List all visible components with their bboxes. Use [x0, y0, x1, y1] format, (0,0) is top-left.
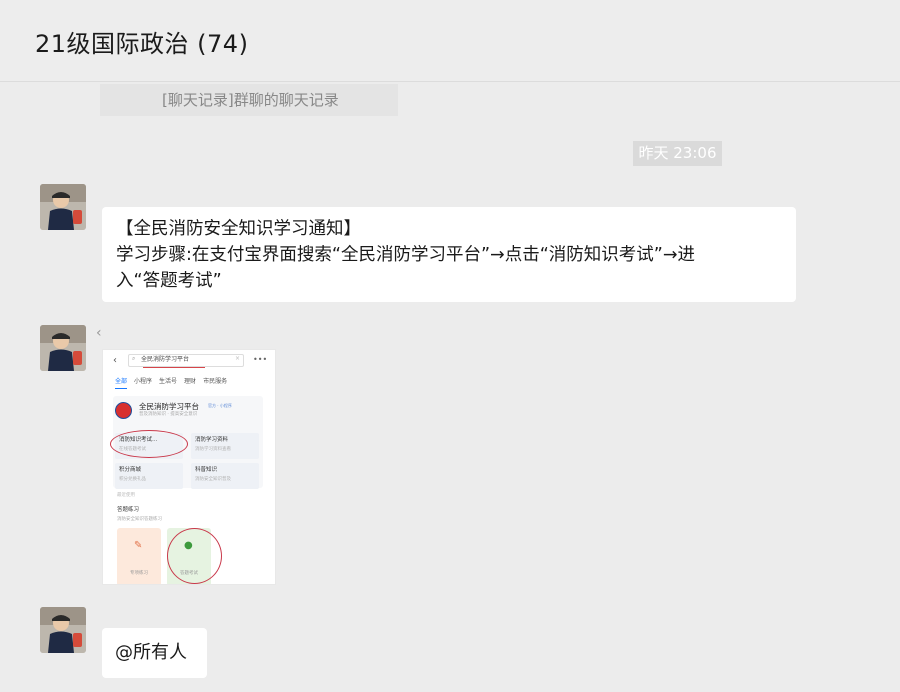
- service-title: 科普知识: [195, 467, 218, 473]
- service-subtitle: 消防安全知识普及: [195, 477, 231, 482]
- avatar[interactable]: [40, 325, 86, 371]
- clear-icon: ×: [234, 355, 240, 362]
- tab-finance: 理财: [184, 378, 197, 385]
- practice-subtitle: 消防安全知识答题练习: [117, 517, 162, 522]
- mention-message-bubble[interactable]: @所有人: [102, 628, 207, 678]
- app-logo-icon: [115, 402, 132, 419]
- service-subtitle: 消防学习资料查看: [195, 447, 231, 452]
- chevron-left-icon: ‹: [96, 325, 102, 341]
- tab-life-account: 生活号: [159, 378, 178, 385]
- service-item: 科普知识 消防安全知识普及: [191, 463, 259, 489]
- service-title: 消防学习资料: [195, 437, 229, 443]
- notice-body-line: 入“答题考试”: [116, 271, 222, 291]
- avatar[interactable]: [40, 607, 86, 653]
- highlight-circle: [167, 528, 222, 584]
- service-item: 积分商城 积分兑换礼品: [115, 463, 183, 489]
- chat-record-label: [聊天记录]群聊的聊天记录: [162, 91, 339, 109]
- tile-label: 专项练习: [130, 571, 148, 576]
- service-title: 积分商城: [119, 467, 142, 473]
- tab-citizen-service: 市民服务: [203, 378, 228, 385]
- search-query: 全民消防学习平台: [141, 356, 190, 363]
- avatar-image: [40, 184, 86, 230]
- practice-title: 答题练习: [117, 507, 140, 513]
- more-icon: •••: [253, 355, 268, 364]
- highlight-circle: [110, 430, 188, 458]
- pencil-icon: ✎: [134, 540, 143, 551]
- mention-text: @所有人: [115, 642, 187, 663]
- chat-title: 21级国际政治 (74): [35, 30, 249, 58]
- notice-message-bubble[interactable]: 【全民消防安全知识学习通知】 学习步骤:在支付宝界面搜索“全民消防学习平台”→点…: [102, 207, 796, 302]
- highlight-underline: [143, 367, 205, 368]
- search-tabs: 全部 小程序 生活号 理财 市民服务: [115, 378, 234, 386]
- tab-all: 全部: [115, 378, 128, 385]
- section-label: 最近使用: [117, 493, 135, 498]
- search-icon: ⌕: [132, 355, 136, 362]
- avatar-image: [40, 325, 86, 371]
- notice-body-line: 学习步骤:在支付宝界面搜索“全民消防学习平台”→点击“消防知识考试”→进: [116, 245, 695, 265]
- tab-mini-program: 小程序: [134, 378, 153, 385]
- avatar[interactable]: [40, 184, 86, 230]
- search-input: ⌕ 全民消防学习平台 ×: [128, 354, 244, 367]
- notice-title: 【全民消防安全知识学习通知】: [116, 219, 361, 239]
- chat-record-card[interactable]: [聊天记录]群聊的聊天记录: [100, 84, 398, 116]
- image-message[interactable]: ‹ ⌕ 全民消防学习平台 × ••• 全部 小程序 生活号 理财 市民服务 全民消防学习…: [102, 349, 276, 585]
- chat-header: 21级国际政治 (74): [0, 0, 900, 82]
- app-name: 全民消防学习平台: [139, 402, 199, 411]
- service-item: 消防学习资料 消防学习资料查看: [191, 433, 259, 459]
- back-arrow-icon: ‹: [113, 355, 117, 366]
- service-subtitle: 积分兑换礼品: [119, 477, 146, 482]
- tab-active-indicator: [115, 388, 127, 389]
- avatar-image: [40, 607, 86, 653]
- app-tags: 官方 · 小程序: [208, 403, 232, 408]
- practice-tile: ✎ 专项练习: [117, 528, 161, 584]
- app-subtitle: 普及消防知识 · 提高安全意识: [139, 412, 198, 417]
- message-timestamp: 昨天 23:06: [633, 141, 722, 166]
